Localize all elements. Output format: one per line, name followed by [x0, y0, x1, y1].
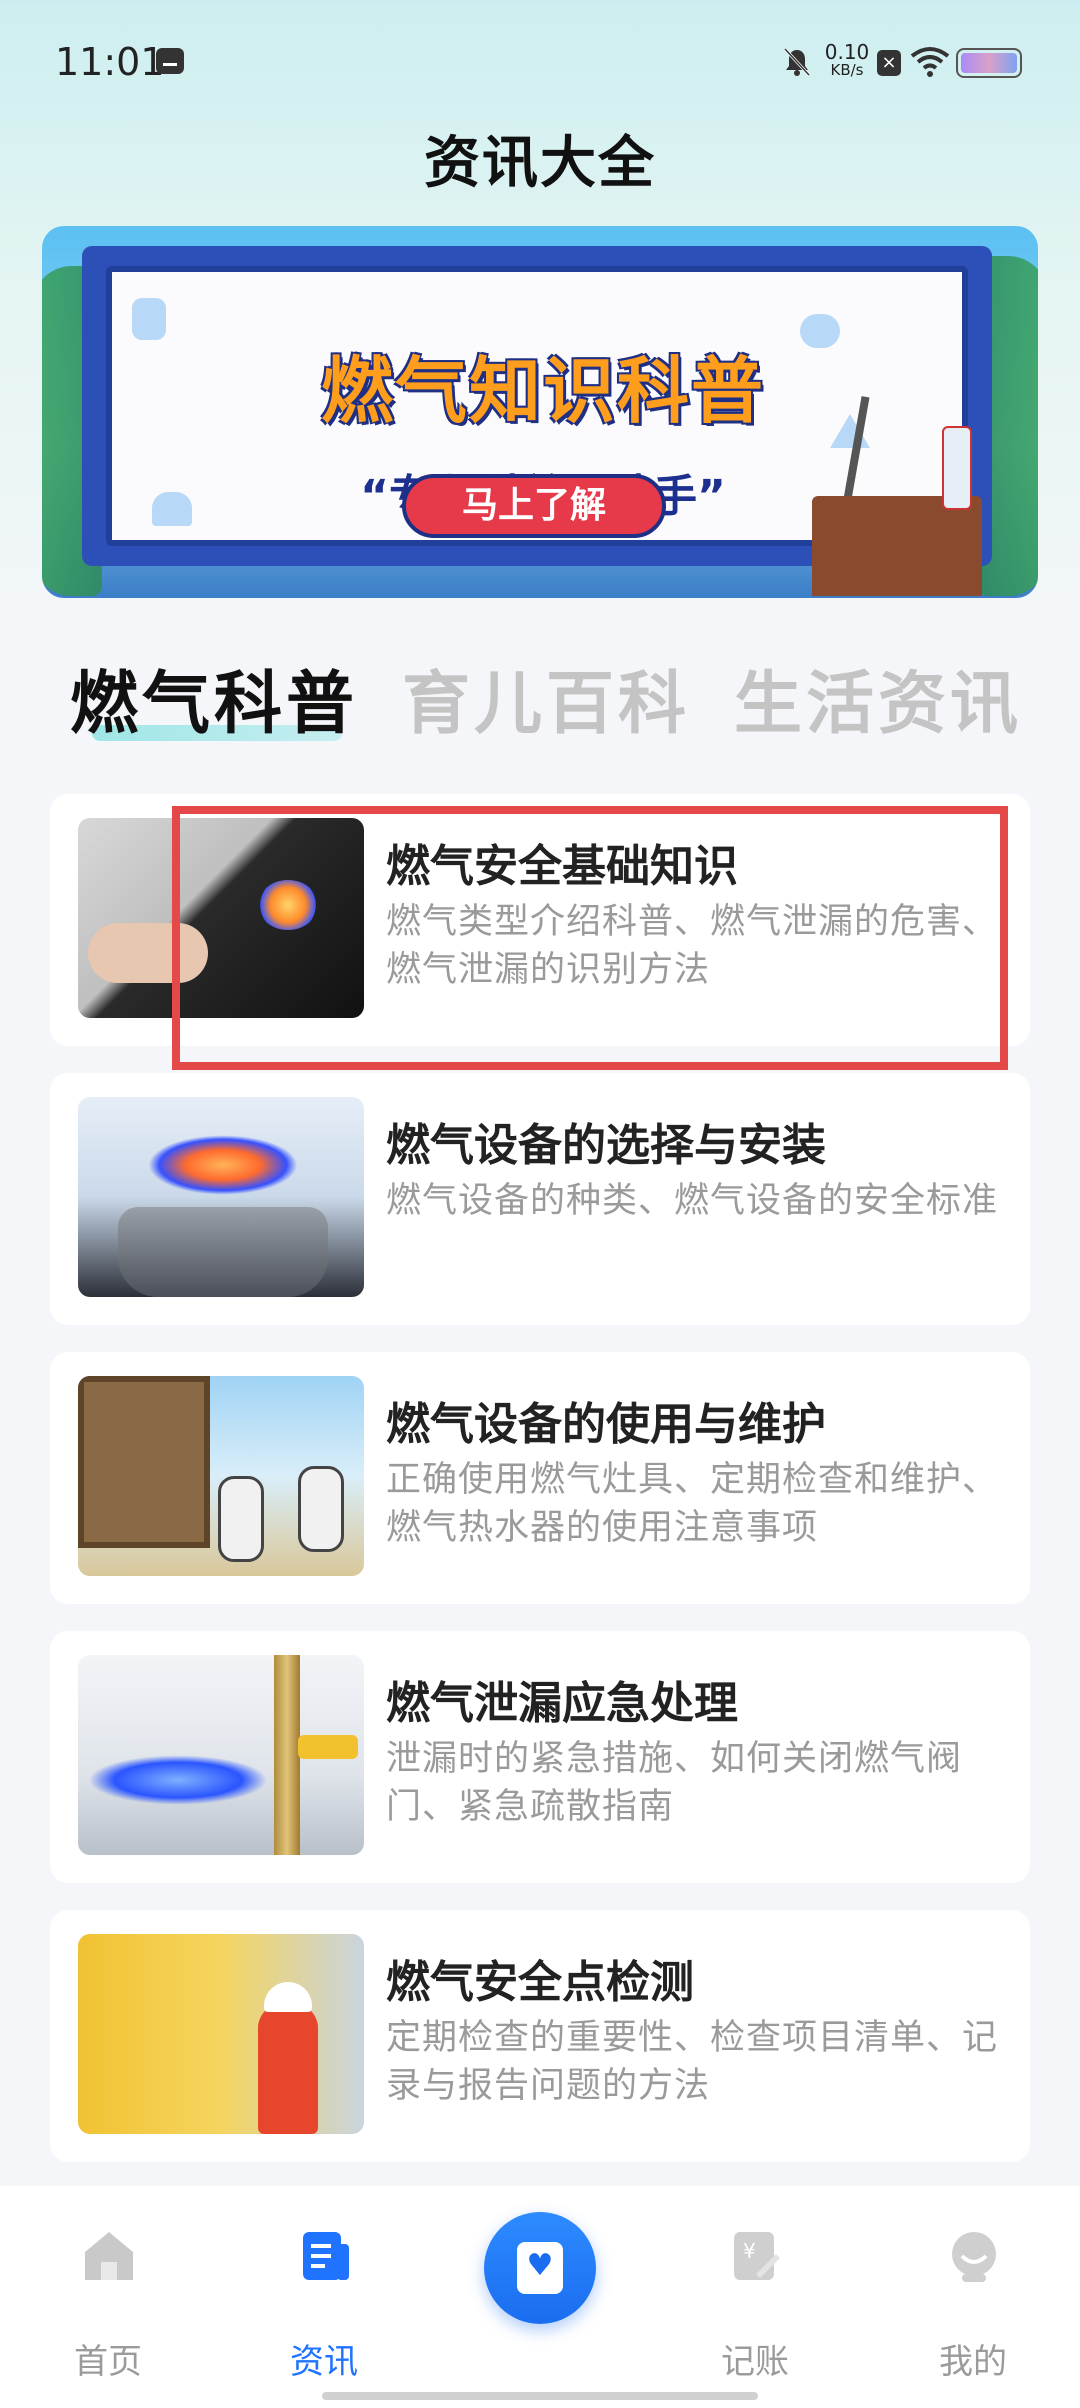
database-icon — [132, 298, 166, 340]
article-title: 燃气安全基础知识 — [386, 841, 738, 892]
article-description: 泄漏时的紧急措施、如何关闭燃气阀门、紧急疏散指南 — [386, 1739, 963, 1827]
list-item[interactable]: 燃气设备的选择与安装 燃气设备的种类、燃气设备的安全标准 — [50, 1073, 1030, 1325]
article-title: 燃气泄漏应急处理 — [386, 1678, 738, 1729]
article-thumbnail — [78, 1934, 364, 2134]
tab-label: 燃气科普 — [70, 665, 359, 744]
tab-parenting[interactable]: 育儿百科 — [402, 648, 690, 747]
tab-label: 生活资讯 — [734, 665, 1023, 744]
article-thumbnail — [78, 1376, 364, 1576]
list-item[interactable]: 燃气安全点检测 定期检查的重要性、检查项目清单、记录与报告问题的方法 — [50, 1910, 1030, 2162]
nav-home[interactable]: 首页 — [33, 2186, 183, 2408]
profile-icon — [952, 2232, 996, 2282]
article-description: 燃气类型介绍科普、燃气泄漏的危害、燃气泄漏的识别方法 — [386, 902, 999, 990]
list-item[interactable]: 燃气泄漏应急处理 泄漏时的紧急措施、如何关闭燃气阀门、紧急疏散指南 — [50, 1631, 1030, 1883]
alarm-icon — [152, 492, 192, 526]
bottom-nav: 首页 资讯 ¥ 记账 我的 — [0, 2186, 1080, 2408]
svg-text:¥: ¥ — [743, 2239, 756, 2263]
bookkeeping-icon: ¥ — [734, 2232, 780, 2280]
mute-icon — [783, 47, 811, 77]
home-indicator — [322, 2392, 758, 2400]
tab-life-news[interactable]: 生活资讯 — [734, 648, 1022, 747]
sim-icon: × — [877, 50, 901, 76]
speed-unit: KB/s — [830, 61, 864, 79]
chat-icon — [800, 314, 840, 348]
nav-news[interactable]: 资讯 — [249, 2186, 399, 2408]
tab-gas-science[interactable]: 燃气科普 — [70, 648, 358, 747]
article-description: 定期检查的重要性、检查项目清单、记录与报告问题的方法 — [386, 2018, 999, 2106]
article-title: 燃气设备的选择与安装 — [386, 1120, 826, 1171]
podium — [812, 496, 982, 596]
page-title: 资讯大全 — [424, 131, 656, 196]
nav-bookkeeping[interactable]: ¥ 记账 — [680, 2186, 830, 2408]
center-action-button[interactable] — [484, 2212, 596, 2324]
home-icon — [85, 2232, 133, 2280]
article-thumbnail — [78, 818, 364, 1018]
notebook-heart-icon — [517, 2242, 563, 2294]
nav-label: 首页 — [74, 2342, 142, 2382]
nav-label: 我的 — [939, 2342, 1007, 2382]
article-title: 燃气安全点检测 — [386, 1957, 694, 2008]
network-speed: 0.10 KB/s — [824, 42, 870, 78]
list-item[interactable]: 燃气安全基础知识 燃气类型介绍科普、燃气泄漏的危害、燃气泄漏的识别方法 — [50, 794, 1030, 1046]
tab-label: 育儿百科 — [402, 665, 691, 744]
battery-icon — [956, 48, 1022, 78]
speed-value: 0.10 — [824, 40, 870, 64]
status-bar: 11:01 0.10 KB/s × — [0, 0, 1080, 126]
nav-profile[interactable]: 我的 — [898, 2186, 1048, 2408]
article-thumbnail — [78, 1097, 364, 1297]
wifi-icon — [910, 47, 950, 77]
bottle-icon — [942, 426, 972, 510]
nav-label: 记账 — [721, 2342, 789, 2382]
article-title: 燃气设备的使用与维护 — [386, 1399, 826, 1450]
message-icon — [156, 48, 184, 74]
status-time: 11:01 — [55, 40, 165, 84]
article-description: 燃气设备的种类、燃气设备的安全标准 — [386, 1181, 999, 1221]
nav-label: 资讯 — [290, 2342, 358, 2382]
list-item[interactable]: 燃气设备的使用与维护 正确使用燃气灶具、定期检查和维护、燃气热水器的使用注意事项 — [50, 1352, 1030, 1604]
article-description: 正确使用燃气灶具、定期检查和维护、燃气热水器的使用注意事项 — [386, 1460, 999, 1548]
category-tabs: 燃气科普 育儿百科 生活资讯 — [0, 648, 1080, 748]
news-icon — [303, 2232, 349, 2280]
article-thumbnail — [78, 1655, 364, 1855]
banner-learn-more-button[interactable]: 马上了解 — [402, 474, 666, 538]
promo-banner[interactable]: 燃气知识科普 “专业科普小助手” 马上了解 — [42, 226, 1038, 598]
